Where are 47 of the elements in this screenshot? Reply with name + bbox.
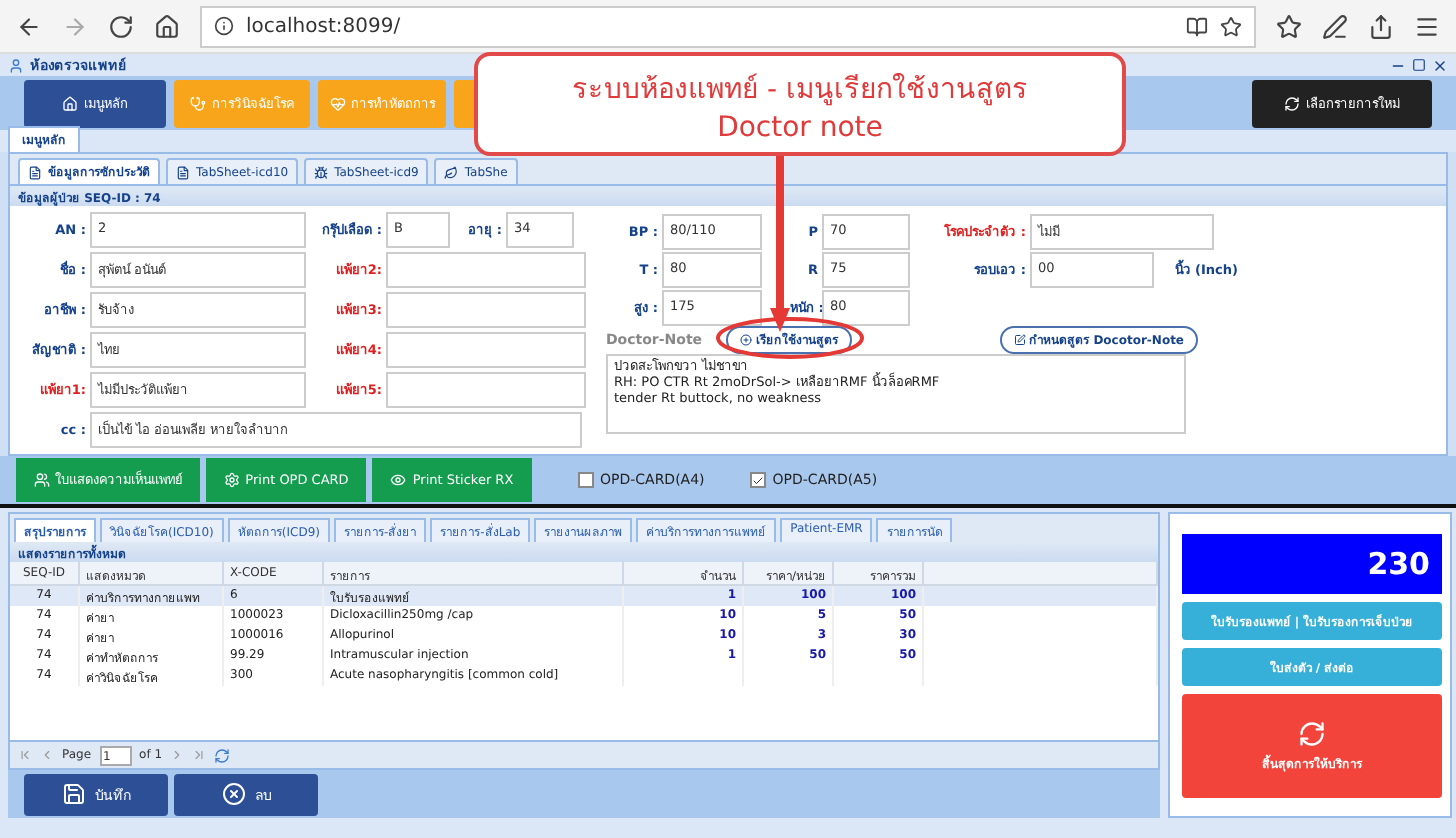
pen-icon[interactable] bbox=[1322, 13, 1348, 39]
callout-title: ระบบห้องแพทย์ - เมนูเรียกใช้งานสูตร bbox=[572, 71, 1028, 109]
input-field[interactable] bbox=[386, 252, 586, 289]
back-icon[interactable] bbox=[16, 13, 42, 39]
home-icon bbox=[62, 95, 78, 111]
prev-page-icon[interactable] bbox=[40, 748, 54, 762]
check-icon bbox=[752, 473, 765, 487]
first-page-icon[interactable] bbox=[18, 748, 32, 762]
forward-icon[interactable] bbox=[62, 13, 88, 39]
next-page-icon[interactable] bbox=[170, 748, 185, 762]
close-icon[interactable] bbox=[1432, 57, 1448, 73]
leaf-icon bbox=[444, 165, 459, 179]
total-amount: 230 bbox=[1182, 534, 1442, 594]
info-icon bbox=[214, 16, 234, 36]
eye-icon bbox=[390, 472, 407, 488]
save-icon bbox=[61, 782, 85, 806]
heart-icon bbox=[329, 95, 345, 111]
input-field[interactable] bbox=[386, 371, 586, 408]
checkbox[interactable] bbox=[750, 472, 767, 488]
document-icon bbox=[28, 165, 42, 179]
refresh-icon[interactable] bbox=[214, 747, 231, 763]
last-page-icon[interactable] bbox=[192, 748, 207, 762]
menu-icon[interactable] bbox=[1414, 13, 1440, 39]
edit-icon bbox=[1013, 334, 1026, 346]
plus-icon bbox=[740, 334, 753, 346]
input-field[interactable] bbox=[386, 292, 586, 329]
gear-icon bbox=[223, 472, 240, 488]
book-icon bbox=[1186, 15, 1208, 37]
share-icon[interactable] bbox=[1368, 13, 1394, 39]
star-icon bbox=[1220, 15, 1242, 37]
reload-icon[interactable] bbox=[108, 13, 134, 39]
stethoscope-icon bbox=[190, 95, 206, 111]
input-field[interactable] bbox=[386, 331, 586, 368]
refresh-icon bbox=[1284, 95, 1300, 111]
favorites-icon[interactable] bbox=[1276, 13, 1302, 39]
refresh-icon bbox=[1298, 719, 1326, 747]
bug-icon bbox=[314, 165, 329, 179]
address-bar[interactable]: localhost:8099/ bbox=[200, 5, 1256, 47]
people-icon bbox=[33, 472, 49, 488]
home-icon[interactable] bbox=[154, 13, 180, 39]
checkbox[interactable] bbox=[578, 472, 594, 488]
app-icon bbox=[8, 57, 24, 73]
close-circle-icon bbox=[221, 782, 245, 806]
document-icon bbox=[176, 165, 190, 179]
menu-button[interactable] bbox=[454, 79, 476, 127]
callout-subtitle: Doctor note bbox=[717, 111, 883, 143]
maximize-icon[interactable] bbox=[1412, 58, 1426, 72]
